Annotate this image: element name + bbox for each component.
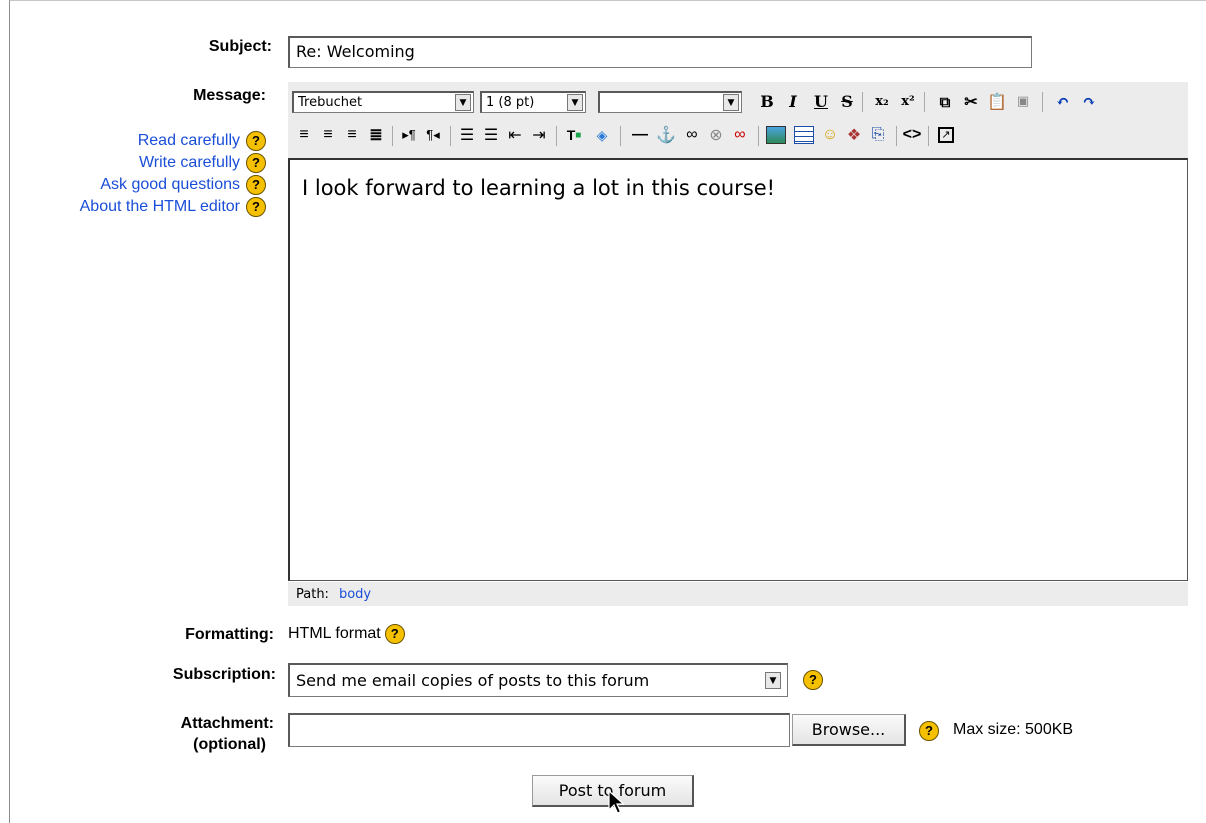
toolbar-separator [392, 126, 393, 146]
rtl-icon[interactable]: ¶◂ [422, 124, 444, 146]
toolbar-separator [928, 126, 929, 146]
toolbar-separator [620, 126, 621, 146]
path-body-link[interactable]: body [339, 587, 371, 602]
undo-icon[interactable]: ↶ [1052, 90, 1074, 114]
html-source-icon[interactable]: <> [900, 124, 924, 146]
subscript-icon[interactable]: x₂ [872, 90, 892, 114]
font-size-value: 1 (8 pt) [486, 95, 535, 110]
ordered-list-icon[interactable]: ☰ [456, 124, 478, 146]
help-link-html-editor[interactable]: About the HTML editor ? [0, 196, 266, 218]
message-editor[interactable]: I look forward to learning a lot in this… [288, 158, 1188, 581]
chevron-down-icon: ▼ [455, 94, 471, 111]
formatting-label: Formatting: [185, 626, 274, 643]
help-icon[interactable]: ? [246, 153, 266, 173]
cut-icon[interactable]: ✂ [960, 90, 982, 114]
paste-word-icon[interactable]: ▣ [1012, 90, 1034, 114]
toolbar-row-2: ≡ ≡ ≡ ≣ ▸¶ ¶◂ ☰ ☰ ⇤ ⇥ T ■ ◈ — ⚓ ∞ ⊗ ∞ ☺ ❖… [292, 122, 1182, 150]
outdent-icon[interactable]: ⇤ [504, 124, 526, 146]
help-icon[interactable]: ? [384, 624, 405, 644]
fullscreen-icon[interactable]: ↗ [934, 124, 958, 146]
superscript-icon[interactable]: x² [898, 90, 918, 114]
browse-button[interactable]: Browse... [792, 714, 906, 746]
subject-label: Subject: [208, 38, 272, 55]
help-link-label[interactable]: Write carefully [139, 154, 240, 172]
strikethrough-icon[interactable]: S [838, 90, 856, 114]
subject-input[interactable]: Re: Welcoming [288, 36, 1032, 68]
editor-body-text[interactable]: I look forward to learning a lot in this… [302, 176, 775, 200]
indent-icon[interactable]: ⇥ [528, 124, 550, 146]
copy-icon[interactable]: ⧉ [934, 90, 956, 114]
chevron-down-icon: ▼ [567, 94, 583, 111]
help-link-label[interactable]: Ask good questions [100, 176, 240, 194]
toolbar-separator [1042, 92, 1043, 112]
text-color-icon[interactable]: T ■ [562, 124, 586, 146]
anchor-icon[interactable]: ⚓ [654, 124, 678, 146]
toolbar-separator [896, 126, 897, 146]
toolbar-separator [450, 126, 451, 146]
align-center-icon[interactable]: ≡ [318, 124, 338, 146]
toolbar-separator [862, 92, 863, 112]
toolbar-separator [758, 126, 759, 146]
toolbar-row-1: B I U S x₂ x² ⧉ ✂ 📋 ▣ ↶ ↷ [756, 90, 1186, 114]
help-link-write-carefully[interactable]: Write carefully ? [0, 152, 266, 174]
formatting-value: HTML format ? [288, 624, 405, 644]
smiley-icon[interactable]: ☺ [818, 124, 842, 146]
help-link-label[interactable]: About the HTML editor [80, 198, 240, 216]
font-family-value: Trebuchet [298, 95, 363, 110]
justify-icon[interactable]: ≣ [366, 124, 386, 146]
message-label: Message: [193, 87, 266, 104]
paste-icon[interactable]: 📋 [986, 90, 1008, 114]
unlink-icon[interactable]: ⊗ [704, 124, 728, 146]
horizontal-rule-icon[interactable]: — [628, 124, 652, 146]
mouse-cursor-icon [608, 790, 626, 814]
help-links: Read carefully ? Write carefully ? Ask g… [0, 130, 266, 218]
image-icon[interactable] [764, 124, 788, 146]
toolbar-separator [556, 126, 557, 146]
chevron-down-icon: ▼ [765, 672, 781, 689]
special-char-icon[interactable]: ❖ [842, 124, 866, 146]
align-left-icon[interactable]: ≡ [294, 124, 314, 146]
help-link-read-carefully[interactable]: Read carefully ? [0, 130, 266, 152]
formatting-text: HTML format [288, 625, 381, 642]
table-icon[interactable] [792, 124, 816, 146]
search-replace-icon[interactable]: ⎘ [866, 124, 890, 146]
toolbar-separator [924, 92, 925, 112]
attachment-file-field[interactable] [288, 713, 790, 747]
font-family-select[interactable]: Trebuchet ▼ [292, 91, 474, 113]
link-icon[interactable]: ∞ [680, 124, 704, 146]
underline-icon[interactable]: U [812, 90, 830, 114]
font-size-select[interactable]: 1 (8 pt) ▼ [480, 91, 586, 113]
help-link-ask-good-questions[interactable]: Ask good questions ? [0, 174, 266, 196]
ltr-icon[interactable]: ▸¶ [398, 124, 420, 146]
attachment-optional-label: (optional) [193, 736, 266, 753]
chevron-down-icon: ▼ [723, 94, 739, 111]
help-icon[interactable]: ? [246, 197, 266, 217]
subscription-value: Send me email copies of posts to this fo… [296, 671, 650, 690]
help-icon[interactable]: ? [246, 175, 266, 195]
bold-icon[interactable]: B [758, 90, 776, 114]
help-icon[interactable]: ? [919, 721, 939, 741]
attachment-label: Attachment: [180, 715, 274, 732]
subscription-select[interactable]: Send me email copies of posts to this fo… [288, 663, 788, 697]
align-right-icon[interactable]: ≡ [342, 124, 362, 146]
help-link-label[interactable]: Read carefully [138, 132, 240, 150]
max-size-text: Max size: 500KB [953, 721, 1074, 738]
help-icon[interactable]: ? [246, 131, 266, 151]
paragraph-style-select[interactable]: ▼ [598, 91, 742, 113]
background-color-icon[interactable]: ◈ [590, 124, 614, 146]
help-icon[interactable]: ? [803, 670, 823, 690]
editor-toolbar: Trebuchet ▼ 1 (8 pt) ▼ ▼ B I U S x₂ x² ⧉… [288, 82, 1188, 158]
redo-icon[interactable]: ↷ [1078, 90, 1100, 114]
editor-path-bar: Path: body [288, 582, 1188, 606]
path-label: Path: [296, 586, 329, 602]
unordered-list-icon[interactable]: ☰ [480, 124, 502, 146]
italic-icon[interactable]: I [784, 90, 802, 114]
subscription-label: Subscription: [172, 666, 276, 683]
nolink-icon[interactable]: ∞ [728, 124, 752, 146]
